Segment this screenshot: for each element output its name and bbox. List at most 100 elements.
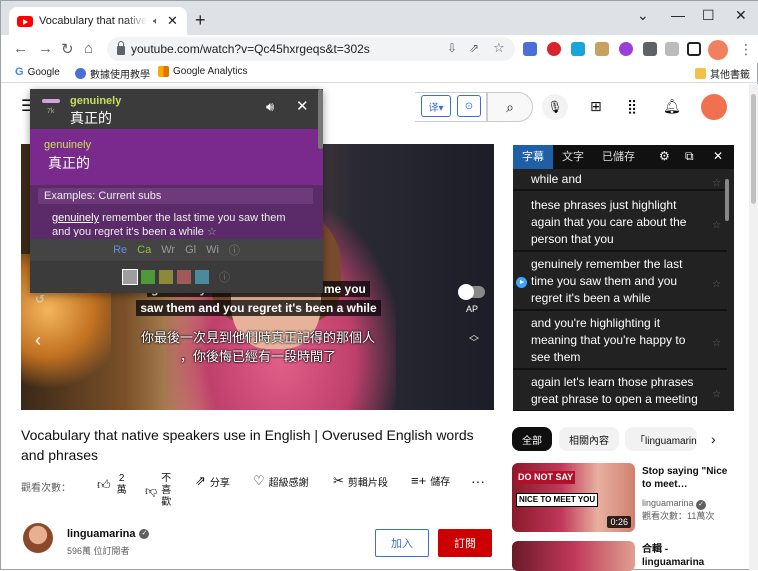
bookmark-google[interactable]: G Google [15, 66, 60, 78]
color-swatch[interactable] [159, 270, 173, 284]
color-swatch[interactable] [177, 270, 191, 284]
channel-avatar[interactable] [23, 523, 53, 553]
rewind-icon[interactable]: ↺ [35, 292, 45, 306]
audio-playing-icon[interactable]: 🔈︎ [153, 16, 159, 27]
close-panel-icon[interactable]: ✕ [713, 149, 723, 163]
account-avatar[interactable] [701, 94, 727, 120]
tab-subtitles[interactable]: 字幕 [513, 145, 553, 169]
extension-icon[interactable] [619, 42, 633, 56]
install-icon[interactable]: ⇩ [447, 41, 457, 55]
lingq-search-icon[interactable]: ⊙ [457, 95, 481, 117]
color-swatch[interactable] [195, 270, 209, 284]
close-tab-icon[interactable]: ✕ [167, 13, 178, 29]
channel-name-row[interactable]: linguamarina ✓ [67, 528, 150, 540]
close-popup-icon[interactable]: ✕ [296, 97, 309, 115]
source-glosbe[interactable]: Gl [185, 244, 196, 256]
close-window-icon[interactable]: ✕ [735, 7, 747, 24]
extension-icon[interactable] [595, 42, 609, 56]
tab-search-icon[interactable]: ⌄ [637, 7, 649, 24]
share-button[interactable]: ⇗ 分享 [195, 473, 230, 489]
home-icon[interactable]: ⌂ [84, 40, 93, 57]
bookmark-star-icon[interactable]: ☆ [493, 40, 505, 56]
extensions-puzzle-icon[interactable] [643, 42, 657, 56]
bookmark-data-tutorial[interactable]: 數據使用教學 [75, 66, 150, 81]
channel-name[interactable]: linguamarina [67, 528, 135, 540]
create-video-icon[interactable]: ⊞ [590, 98, 602, 115]
tab-text[interactable]: 文字 [553, 145, 593, 169]
previous-subtitle-icon[interactable]: ‹ [35, 330, 41, 351]
settings-gear-icon[interactable]: ⚙ [659, 149, 670, 163]
star-icon[interactable]: ☆ [712, 276, 721, 293]
examples-header[interactable]: Examples: Current subs [38, 188, 313, 204]
info-icon[interactable]: ⓘ [219, 269, 230, 285]
star-icon[interactable]: ☆ [712, 386, 721, 403]
clip-button[interactable]: ✂ 剪輯片段 [333, 473, 388, 489]
browser-menu-icon[interactable]: ⋮ [739, 41, 753, 58]
dislike-button[interactable]: 👎︎ 不喜歡 [145, 473, 173, 509]
chevron-right-icon[interactable]: › [711, 431, 716, 447]
chip-all[interactable]: 全部 [512, 427, 552, 451]
source-wikipedia[interactable]: Wi [206, 244, 219, 256]
save-button[interactable]: ≡+ 儲存 [411, 473, 450, 488]
subtitle-scrollbar[interactable] [725, 179, 729, 221]
side-panel-icon[interactable] [687, 42, 701, 56]
notifications-bell-icon[interactable]: 🔔︎ [663, 98, 681, 115]
reload-icon[interactable]: ↻ [61, 40, 74, 58]
subtitle-line[interactable]: these phrases just highlight again that … [513, 195, 727, 252]
forward-icon[interactable]: → [38, 40, 53, 57]
source-reverso[interactable]: Re [113, 244, 127, 256]
chip-channel[interactable]: 「linguamarina [625, 427, 697, 451]
opera-extension-icon[interactable] [547, 42, 561, 56]
browser-tab[interactable]: Vocabulary that native speakers use in E… [9, 7, 187, 35]
reading-list-icon[interactable] [665, 42, 679, 56]
dictionary-entry[interactable]: genuinely 真正的 [30, 129, 323, 185]
recommendation-thumbnail[interactable]: DO NOT SAY NICE TO MEET YOU 0:26 [512, 463, 635, 532]
bookmark-google-analytics[interactable]: Google Analytics [158, 66, 248, 77]
caption-line-2[interactable]: saw them and you regret it's been a whil… [136, 300, 381, 316]
translate-extension-icon[interactable]: 译▾ [421, 95, 451, 117]
recommendation-thumbnail[interactable] [512, 541, 635, 571]
subtitle-line[interactable]: again let's learn those phrases great ph… [513, 372, 727, 411]
join-button[interactable]: 加入 [375, 529, 429, 557]
other-bookmarks[interactable]: 其他書籤 [695, 66, 750, 81]
subtitle-line-current[interactable]: genuinely remember the last time you saw… [513, 254, 727, 311]
external-link-icon[interactable]: ⧉ [685, 149, 694, 164]
new-tab-icon[interactable]: + [195, 10, 206, 31]
source-cambridge[interactable]: Ca [137, 244, 151, 256]
caption-position-icon[interactable]: ︿ ﹀ [469, 331, 479, 349]
page-scrollbar[interactable] [749, 84, 758, 570]
like-button[interactable]: 👍︎ 2萬 [97, 473, 129, 497]
popup-scrollbar[interactable] [318, 89, 323, 149]
maximize-icon[interactable]: ☐ [702, 7, 715, 24]
apps-grid-icon[interactable]: ⣿ [627, 98, 637, 115]
color-swatch[interactable] [122, 269, 138, 285]
chip-related[interactable]: 相關內容 [559, 427, 619, 451]
translate-extension-icon[interactable] [523, 42, 537, 56]
example-sentence[interactable]: genuinely remember the last time you saw… [52, 211, 302, 237]
subtitle-line[interactable]: and you're highlighting it meaning that … [513, 313, 727, 370]
subscribe-button[interactable]: 訂閱 [438, 529, 492, 557]
recommendation-title[interactable]: Stop saying "Nice to meet… [642, 465, 730, 491]
address-bar[interactable]: youtube.com/watch?v=Qc45hxrgeqs&t=302s ⇩… [107, 37, 515, 61]
profile-avatar[interactable] [708, 40, 728, 60]
tab-saved[interactable]: 已儲存 [593, 145, 644, 169]
back-icon[interactable]: ← [13, 40, 28, 57]
voice-search-icon[interactable]: 🎙︎ [542, 94, 568, 120]
super-thanks-button[interactable]: ♡ 超級感謝 [253, 473, 309, 489]
star-icon[interactable]: ☆ [207, 226, 217, 237]
color-swatch[interactable] [141, 270, 155, 284]
star-icon[interactable]: ☆ [712, 217, 721, 234]
info-icon[interactable]: ⓘ [229, 242, 240, 258]
minimize-icon[interactable]: — [671, 7, 685, 23]
star-icon[interactable]: ☆ [712, 335, 721, 352]
recommendation-title[interactable]: 合輯 - linguamarina [642, 543, 730, 569]
more-actions-icon[interactable]: ··· [471, 473, 485, 489]
search-button[interactable]: ⌕ [487, 92, 533, 122]
lingq-extension-icon[interactable] [571, 42, 585, 56]
subtitle-line[interactable]: while and ☆ [513, 169, 727, 191]
share-icon[interactable]: ⇗ [469, 41, 479, 55]
recommendation-channel[interactable]: linguamarina [642, 498, 694, 508]
star-icon[interactable]: ☆ [712, 175, 721, 192]
source-wordreference[interactable]: Wr [161, 244, 175, 256]
autopause-toggle[interactable] [458, 284, 485, 300]
